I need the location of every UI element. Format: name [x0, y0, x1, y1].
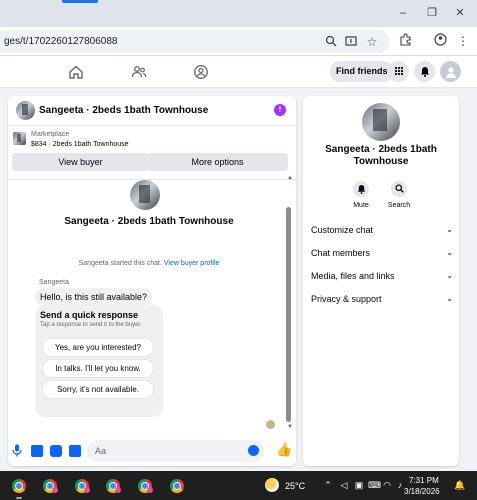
sticker-icon[interactable]	[50, 445, 62, 457]
customize-chat-label: Customize chat	[311, 225, 374, 235]
chrome-taskbar-icon[interactable]	[12, 479, 26, 493]
chrome-taskbar-icon[interactable]	[170, 479, 184, 493]
more-options-button[interactable]: More options	[147, 153, 288, 171]
customize-chat-row[interactable]: Customize chat ⌄	[311, 225, 453, 239]
marketplace-listing-card: Marketplace $834 · 2beds 1bath Townhouse…	[8, 126, 296, 180]
quick-response-subtitle: Tap a response to send it to the buyer.	[40, 322, 142, 328]
info-name: Sangeeta · 2beds 1bath Townhouse	[325, 144, 437, 167]
emoji-icon[interactable]	[248, 445, 259, 456]
url-text: ges/t/1702260127806088	[4, 36, 118, 47]
media-files-links-label: Media, files and links	[311, 271, 395, 281]
active-tab-indicator	[62, 0, 98, 3]
view-buyer-button[interactable]: View buyer	[12, 153, 149, 171]
clock-time[interactable]: 7:31 PM	[409, 476, 439, 485]
chevron-down-icon: ⌄	[446, 271, 453, 280]
search-label: Search	[387, 202, 411, 209]
profile-icon[interactable]	[432, 33, 448, 49]
message-composer: Aa 👍	[8, 437, 296, 466]
keyboard-icon[interactable]: ⌨	[368, 480, 381, 491]
url-field[interactable]: ges/t/1702260127806088 ☆	[0, 30, 390, 53]
message-input-placeholder: Aa	[95, 446, 107, 456]
scroll-down-icon[interactable]: ▼	[287, 424, 293, 430]
chat-members-label: Chat members	[311, 248, 371, 258]
weather-icon[interactable]	[265, 478, 279, 492]
browser-tab-strip: – ❐ ✕	[0, 0, 477, 27]
chat-members-row[interactable]: Chat members ⌄	[311, 248, 453, 262]
mute-bell-icon[interactable]	[353, 181, 369, 197]
message-bubble: Hello, is this still available?	[35, 288, 153, 306]
chat-started-text: Sangeeta started this chat.	[78, 260, 162, 267]
home-icon[interactable]	[68, 64, 84, 80]
chat-header: Sangeeta · 2beds 1bath Townhouse !	[8, 96, 296, 126]
install-app-icon[interactable]	[344, 35, 358, 49]
listing-small-thumbnail	[13, 132, 26, 145]
notifications-bell-icon[interactable]	[414, 61, 435, 82]
chat-title[interactable]: Sangeeta · 2beds 1bath Townhouse	[39, 105, 208, 116]
quick-response-title: Send a quick response	[40, 310, 139, 320]
groups-icon[interactable]	[193, 64, 209, 80]
message-input[interactable]: Aa	[87, 440, 264, 462]
windows-taskbar: 25°C ⌃ ◁ ▣ ⌨ ◠ ♪ 7:31 PM 3/18/2026 🔔	[0, 471, 477, 500]
conversation-title: Sangeeta · 2beds 1bath Townhouse	[64, 216, 234, 227]
minimize-icon[interactable]: –	[395, 6, 411, 20]
account-avatar[interactable]	[440, 61, 461, 82]
profile-badge	[84, 487, 90, 493]
wifi-icon[interactable]: ◠	[382, 480, 392, 491]
profile-badge	[52, 487, 58, 493]
chat-window: Sangeeta · 2beds 1bath Townhouse ! Marke…	[8, 96, 296, 466]
conversation-area: Sangeeta · 2beds 1bath Townhouse Sangeet…	[8, 175, 296, 438]
restore-icon[interactable]: ❐	[424, 6, 440, 20]
thumbs-up-icon[interactable]: 👍	[276, 442, 292, 458]
bookmark-star-icon[interactable]: ☆	[365, 35, 379, 49]
chat-scrollbar[interactable]	[286, 207, 291, 422]
browser-menu-icon[interactable]: ⋮	[455, 33, 471, 49]
conversation-info-panel: Sangeeta · 2beds 1bath Townhouse Mute Se…	[303, 96, 459, 466]
listing-price: $834 · 2beds 1bath Townhouse	[31, 141, 129, 148]
chevron-down-icon: ⌄	[446, 294, 453, 303]
mute-label: Mute	[353, 202, 369, 209]
friends-icon[interactable]	[131, 64, 147, 80]
scroll-up-icon[interactable]: ▲	[287, 175, 293, 181]
notification-bell-icon[interactable]: 🔔	[454, 480, 465, 491]
info-avatar	[362, 103, 400, 141]
extensions-icon[interactable]	[397, 33, 413, 49]
view-buyer-profile-link[interactable]: View buyer profile	[164, 260, 220, 267]
search-icon[interactable]	[391, 181, 407, 197]
quick-response-card: Send a quick response Tap a response to …	[35, 305, 163, 417]
menu-grid-icon[interactable]	[388, 61, 409, 82]
find-friends-button[interactable]: Find friends	[330, 61, 394, 82]
temperature[interactable]: 25°C	[285, 481, 305, 491]
quick-reply-interested-button[interactable]: Yes, are you interested?	[43, 339, 153, 356]
privacy-support-row[interactable]: Privacy & support ⌄	[311, 294, 453, 308]
chevron-down-icon: ⌄	[446, 248, 453, 257]
profile-badge	[147, 487, 153, 493]
listing-thumbnail[interactable]	[16, 101, 35, 120]
sender-name: Sangeeta	[39, 279, 69, 286]
chat-options-badge[interactable]: !	[274, 104, 286, 116]
gif-icon[interactable]	[69, 445, 81, 457]
profile-badge	[115, 487, 121, 493]
close-icon[interactable]: ✕	[452, 6, 468, 20]
clock-date[interactable]: 3/18/2026	[404, 487, 440, 496]
seen-avatar	[266, 420, 275, 429]
marketplace-label: Marketplace	[31, 131, 70, 138]
zoom-icon[interactable]	[324, 35, 338, 49]
camera-icon[interactable]: ▣	[354, 480, 364, 491]
speaker-icon[interactable]: ◁	[339, 480, 349, 491]
photo-icon[interactable]	[31, 445, 43, 457]
microphone-icon[interactable]	[12, 444, 24, 457]
taskbar-running-indicator	[16, 497, 22, 499]
chat-started-notice: Sangeeta started this chat. View buyer p…	[8, 260, 290, 267]
conversation-avatar	[130, 180, 160, 210]
media-files-links-row[interactable]: Media, files and links ⌄	[311, 271, 453, 285]
facebook-top-nav: Find friends	[0, 56, 477, 88]
chevron-down-icon: ⌄	[446, 225, 453, 234]
privacy-support-label: Privacy & support	[311, 294, 382, 304]
quick-reply-in-talks-button[interactable]: In talks. I'll let you know.	[43, 360, 153, 377]
show-hidden-icons-icon[interactable]: ⌃	[323, 480, 333, 491]
quick-reply-not-available-button[interactable]: Sorry, it's not available.	[43, 381, 153, 398]
